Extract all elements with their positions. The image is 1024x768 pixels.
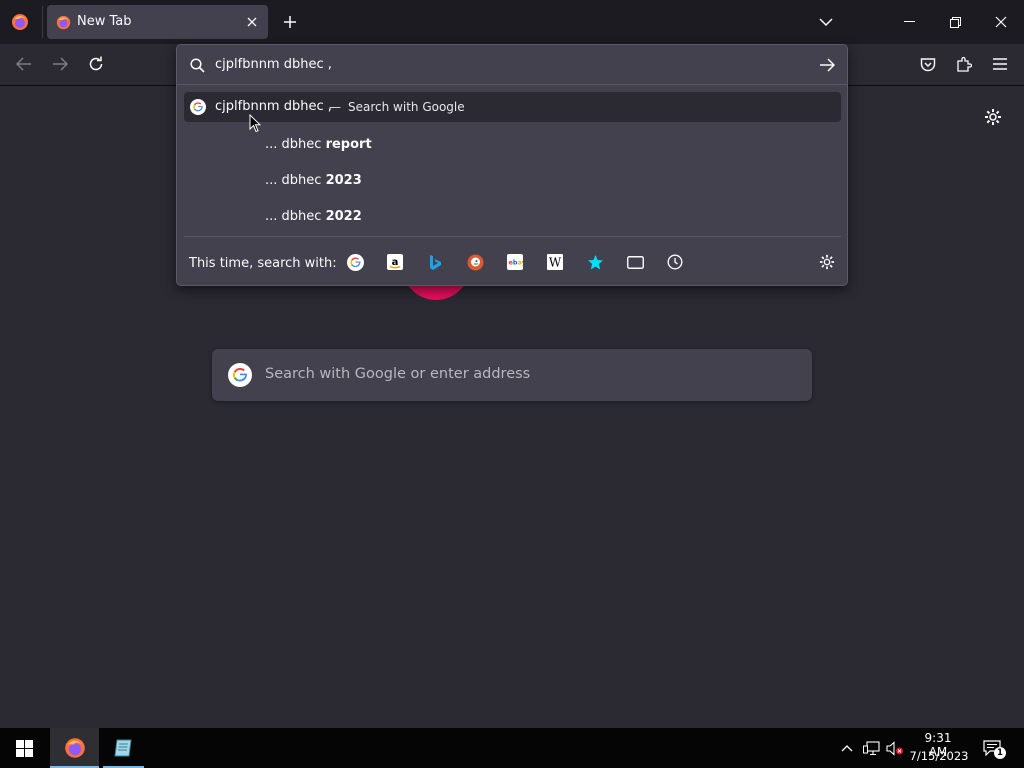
svg-text:ebay: ebay bbox=[509, 259, 524, 267]
restore-icon[interactable] bbox=[932, 0, 978, 44]
result-hint: Search with Google bbox=[348, 100, 465, 114]
svg-text:a: a bbox=[392, 257, 399, 268]
notification-count-badge: 1 bbox=[994, 747, 1006, 759]
tab-strip: New Tab bbox=[0, 0, 1024, 44]
personalize-gear-icon[interactable] bbox=[980, 104, 1006, 130]
oneoff-label: This time, search with: bbox=[189, 256, 337, 271]
urlbar-divider bbox=[177, 84, 847, 85]
windows-start-icon[interactable] bbox=[0, 728, 48, 768]
amazon-icon[interactable]: a bbox=[383, 250, 407, 274]
suggestion-prefix: ... dbhec bbox=[265, 173, 322, 188]
search-settings-gear-icon[interactable] bbox=[815, 250, 839, 274]
minimize-icon[interactable] bbox=[886, 0, 932, 44]
tab-new-tab[interactable]: New Tab bbox=[47, 5, 268, 39]
tab-title: New Tab bbox=[77, 14, 132, 29]
network-icon[interactable] bbox=[861, 738, 881, 758]
suggestion-row[interactable]: ... dbhec report bbox=[265, 137, 372, 152]
google-icon[interactable] bbox=[343, 250, 367, 274]
suggestion-completion: 2023 bbox=[325, 173, 362, 188]
firefox-menu-icon[interactable] bbox=[8, 10, 32, 34]
taskbar-firefox-icon[interactable] bbox=[50, 728, 99, 768]
pocket-icon[interactable] bbox=[916, 52, 940, 76]
suggestion-completion: report bbox=[325, 137, 372, 152]
action-center-notification-icon[interactable]: 1 bbox=[978, 736, 1006, 760]
result-query-text: cjplfbnnm dbhec , bbox=[215, 99, 332, 114]
suggestion-prefix: ... dbhec bbox=[265, 209, 322, 224]
go-arrow-icon[interactable] bbox=[815, 53, 839, 77]
suggestion-row[interactable]: ... dbhec 2022 bbox=[265, 209, 362, 224]
tab-close-icon[interactable] bbox=[243, 13, 261, 31]
taskbar-notepad-icon[interactable] bbox=[101, 728, 146, 768]
show-hidden-icons-chevron-icon[interactable] bbox=[838, 738, 856, 758]
clock-date[interactable]: 7/15/2023 bbox=[909, 749, 969, 763]
svg-text:W: W bbox=[549, 256, 562, 270]
firefox-favicon-icon bbox=[55, 14, 71, 30]
history-clock-icon[interactable] bbox=[663, 250, 687, 274]
windows-taskbar: 9:31 AM 7/15/2023 1 bbox=[0, 728, 1024, 768]
urlbar-popup: cjplfbnnm dbhec , cjplfbnnm dbhec , — Se… bbox=[176, 44, 848, 286]
bookmarks-star-icon[interactable] bbox=[583, 250, 607, 274]
result-separator: — bbox=[329, 100, 341, 114]
suggestion-completion: 2022 bbox=[325, 209, 362, 224]
reload-icon[interactable] bbox=[84, 52, 108, 76]
extensions-icon[interactable] bbox=[952, 52, 976, 76]
urlbar-input[interactable]: cjplfbnnm dbhec , bbox=[215, 57, 332, 72]
new-tab-plus-icon[interactable] bbox=[278, 10, 302, 34]
ebay-icon[interactable]: ebay bbox=[503, 250, 527, 274]
back-arrow-icon[interactable] bbox=[12, 52, 36, 76]
suggestion-prefix: ... dbhec bbox=[265, 137, 322, 152]
tabs-icon[interactable] bbox=[623, 250, 647, 274]
oneoff-divider bbox=[184, 236, 841, 237]
newtab-search-box[interactable]: Search with Google or enter address bbox=[212, 349, 812, 401]
newtab-search-placeholder: Search with Google or enter address bbox=[265, 366, 531, 382]
volume-muted-icon[interactable] bbox=[885, 738, 905, 758]
google-icon bbox=[228, 363, 252, 387]
list-all-tabs-chevron-icon[interactable] bbox=[814, 10, 838, 34]
wikipedia-icon[interactable]: W bbox=[543, 250, 567, 274]
duckduckgo-icon[interactable] bbox=[463, 250, 487, 274]
search-icon bbox=[187, 55, 207, 75]
bing-icon[interactable] bbox=[423, 250, 447, 274]
close-window-icon[interactable] bbox=[978, 0, 1024, 44]
mouse-cursor-icon bbox=[249, 114, 263, 134]
forward-arrow-icon[interactable] bbox=[48, 52, 72, 76]
tab-divider bbox=[42, 6, 43, 38]
app-menu-hamburger-icon[interactable] bbox=[988, 52, 1012, 76]
google-icon bbox=[190, 99, 206, 115]
search-result-row[interactable]: cjplfbnnm dbhec , — Search with Google bbox=[184, 92, 841, 122]
suggestion-row[interactable]: ... dbhec 2023 bbox=[265, 173, 362, 188]
